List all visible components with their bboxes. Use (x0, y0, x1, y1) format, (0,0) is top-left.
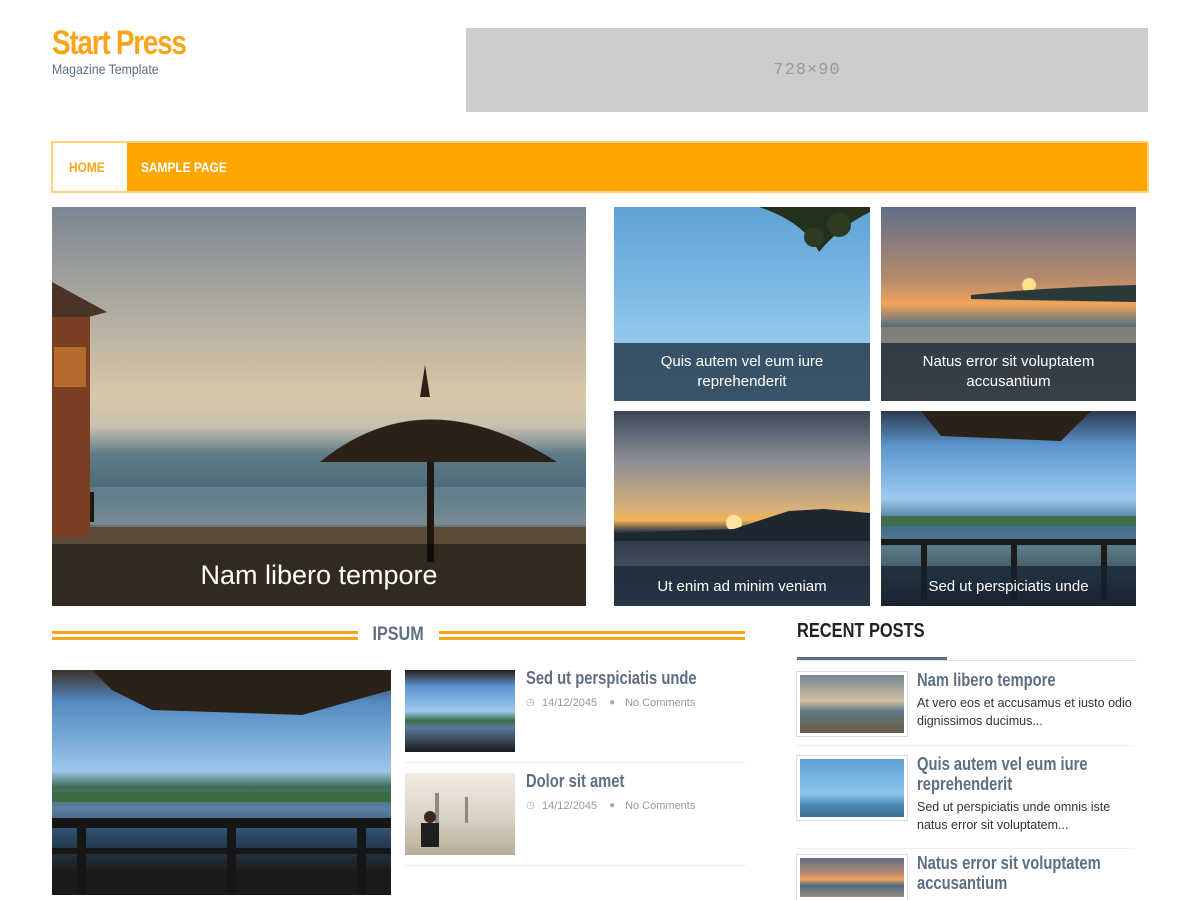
section-heading-ipsum: IPSUM (52, 624, 745, 646)
recent-post-thumbnail[interactable] (797, 855, 907, 900)
ipsum-post-1: Sed ut perspiciatis unde ◷ 14/12/2045 ● … (405, 668, 746, 763)
site-branding: Start Press Magazine Template (52, 24, 215, 77)
section-rule-right (438, 630, 745, 640)
recent-post-excerpt: At vero eos et accusamus et iusto odio d… (917, 696, 1132, 728)
post-thumbnail[interactable] (405, 670, 515, 752)
clock-icon: ◷ (526, 800, 535, 811)
ad-banner[interactable]: 728×90 (466, 28, 1148, 112)
comment-icon: ● (609, 697, 616, 708)
nav-item-home[interactable]: HOME (53, 143, 127, 191)
section-title[interactable]: IPSUM (358, 624, 438, 646)
featured-tile-4[interactable]: Sed ut perspiciatis unde (881, 411, 1136, 606)
section-rule-left (52, 630, 359, 640)
main-navigation: HOME SAMPLE PAGE (51, 141, 1149, 193)
post-date: 14/12/2045 (542, 800, 598, 812)
recent-post-title[interactable]: Nam libero tempore (917, 670, 1130, 690)
recent-posts-title: RECENT POSTS (797, 620, 925, 642)
post-divider (405, 762, 746, 763)
featured-tile-4-caption: Sed ut perspiciatis unde (881, 566, 1136, 606)
sidebar-widget-heading: RECENT POSTS (797, 620, 1137, 661)
featured-main-caption: Nam libero tempore (52, 544, 586, 606)
post-meta: ◷ 14/12/2045 ● No Comments (526, 800, 695, 812)
recent-post-divider (797, 848, 1135, 849)
site-tagline: Magazine Template (52, 61, 159, 77)
featured-tile-1[interactable]: Quis autem vel eum iure reprehenderit (614, 207, 870, 401)
post-title[interactable]: Sed ut perspiciatis unde (526, 668, 697, 689)
recent-post-divider (797, 745, 1135, 746)
ipsum-post-2: Dolor sit amet ◷ 14/12/2045 ● No Comment… (405, 771, 746, 866)
featured-tile-1-caption: Quis autem vel eum iure reprehenderit (614, 343, 870, 401)
site-title[interactable]: Start Press (52, 24, 187, 63)
ad-size-label: 728×90 (773, 60, 841, 80)
post-meta: ◷ 14/12/2045 ● No Comments (526, 697, 695, 709)
recent-post-thumbnail[interactable] (797, 756, 907, 820)
ipsum-lead-image[interactable] (52, 670, 391, 895)
recent-post-thumbnail[interactable] (797, 672, 907, 736)
clock-icon: ◷ (526, 697, 535, 708)
heading-accent-bar (797, 657, 947, 660)
post-title[interactable]: Dolor sit amet (526, 771, 624, 792)
featured-tile-3-caption: Ut enim ad minim veniam (614, 566, 870, 606)
featured-tile-2-caption: Natus error sit voluptatem accusantium (881, 343, 1136, 401)
recent-post-excerpt: Sed ut perspiciatis unde omnis iste natu… (917, 800, 1111, 832)
post-date: 14/12/2045 (542, 697, 598, 709)
nav-item-sample-page[interactable]: SAMPLE PAGE (127, 143, 256, 191)
post-comments-link[interactable]: No Comments (625, 800, 695, 812)
heading-underline (797, 660, 1137, 661)
recent-post-title[interactable]: Quis autem vel eum iure reprehenderit (917, 754, 1130, 794)
featured-main-post[interactable]: Nam libero tempore (52, 207, 586, 606)
featured-tile-3[interactable]: Ut enim ad minim veniam (614, 411, 870, 606)
post-divider (405, 865, 746, 866)
post-comments-link[interactable]: No Comments (625, 697, 695, 709)
recent-post-title[interactable]: Natus error sit voluptatem accusantium (917, 853, 1130, 893)
featured-tile-2[interactable]: Natus error sit voluptatem accusantium (881, 207, 1136, 401)
post-thumbnail[interactable] (405, 773, 515, 855)
comment-icon: ● (609, 800, 616, 811)
